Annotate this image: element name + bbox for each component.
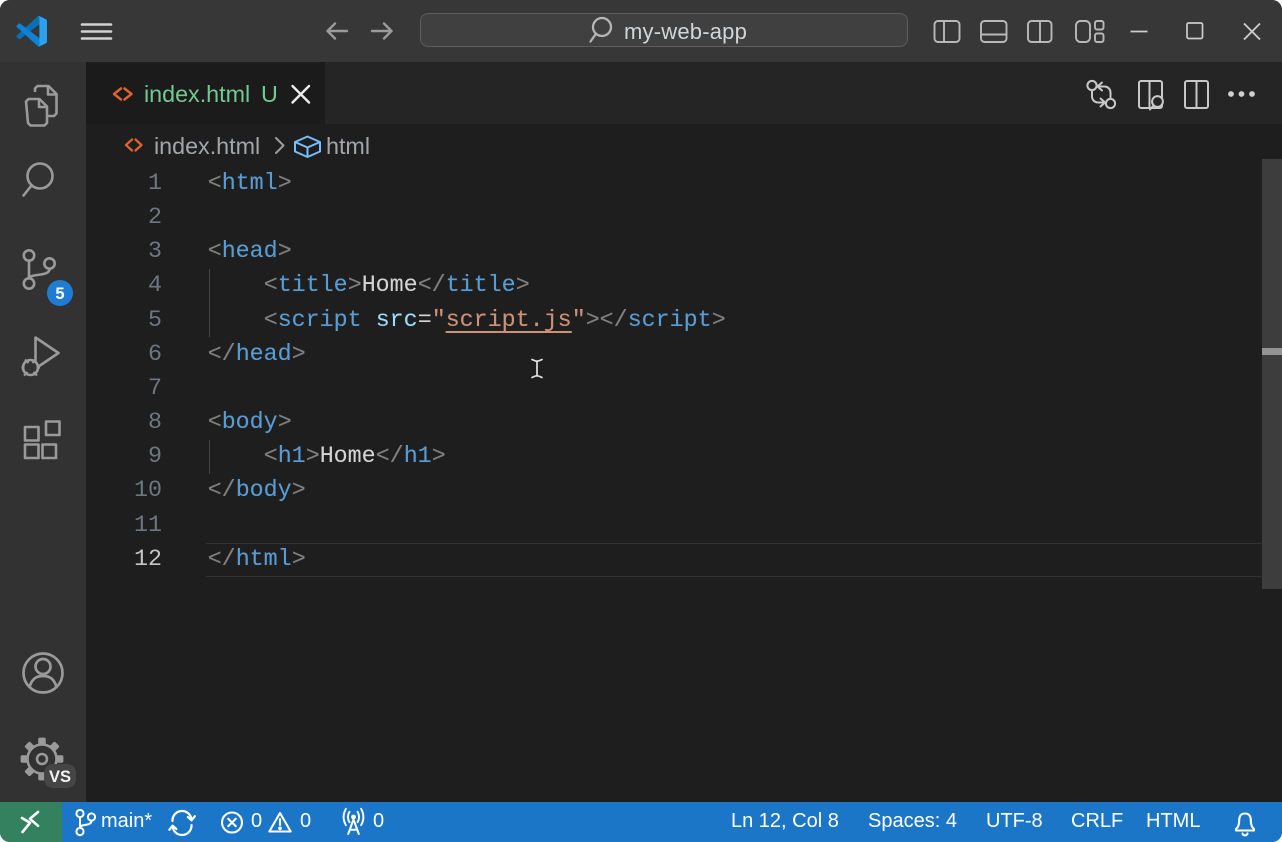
svg-text:5: 5 [55,285,64,303]
svg-text:VS: VS [49,768,71,786]
